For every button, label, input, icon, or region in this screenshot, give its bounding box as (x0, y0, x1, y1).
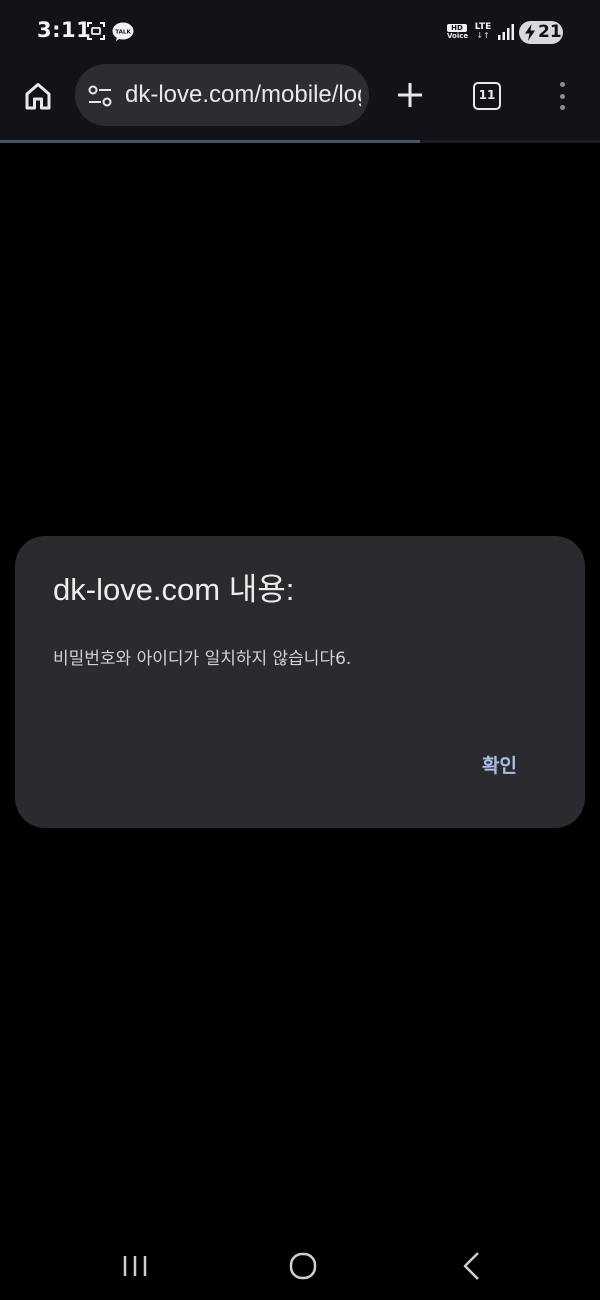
plus-icon (398, 83, 422, 107)
hd-voice-indicator: HD Voice (447, 24, 469, 40)
status-time: 3:11 (37, 18, 92, 42)
hd-label: HD (447, 24, 467, 32)
signal-icon (498, 24, 514, 40)
voice-label: Voice (447, 32, 469, 40)
home-icon (25, 83, 51, 110)
home-circle-icon[interactable] (284, 1247, 322, 1285)
more-vert-icon[interactable] (552, 78, 572, 114)
battery-level: 21 (538, 22, 562, 42)
url-bar[interactable]: dk-love.com/mobile/login (75, 64, 369, 126)
ok-button[interactable]: 확인 (474, 750, 525, 782)
home-button[interactable] (18, 76, 58, 116)
alert-dialog: dk-love.com 내용: 비밀번호와 아이디가 일치하지 않습니다6. 확… (15, 536, 585, 828)
dialog-title: dk-love.com 내용: (53, 572, 295, 607)
status-bar: 3:11 TALK HD Voice LTE ↓↑ 21 (0, 0, 600, 62)
tune-icon[interactable] (88, 85, 112, 107)
tab-switcher-button[interactable]: 11 (473, 82, 501, 110)
network-arrows: ↓↑ (476, 31, 490, 40)
talk-badge-label: TALK (115, 29, 131, 35)
back-icon[interactable] (456, 1247, 486, 1285)
navigation-bar (0, 1231, 600, 1300)
charging-bolt-icon (525, 24, 535, 41)
lte-indicator: LTE ↓↑ (472, 22, 494, 40)
new-tab-button[interactable] (391, 76, 429, 114)
url-text[interactable]: dk-love.com/mobile/login (125, 81, 361, 109)
browser-toolbar: dk-love.com/mobile/login 11 (0, 62, 600, 140)
battery-indicator: 21 (519, 21, 563, 44)
screenshot-icon (87, 22, 105, 40)
dialog-message: 비밀번호와 아이디가 일치하지 않습니다6. (53, 649, 352, 669)
kakaotalk-icon: TALK (112, 22, 134, 41)
recent-apps-icon[interactable] (118, 1249, 152, 1283)
